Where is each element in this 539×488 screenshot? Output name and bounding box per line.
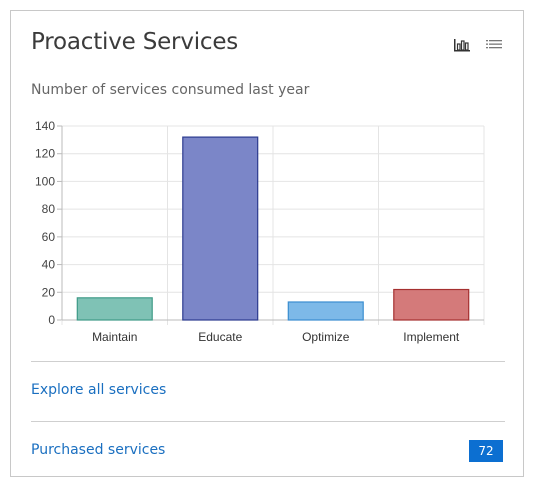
y-tick-label: 100: [35, 174, 55, 188]
y-tick-label: 120: [35, 147, 55, 161]
divider: [31, 421, 505, 422]
y-tick-label: 140: [35, 119, 55, 133]
list-icon[interactable]: [485, 37, 503, 53]
y-tick-label: 40: [42, 258, 56, 272]
y-tick-label: 80: [42, 202, 56, 216]
x-tick-label: Maintain: [92, 330, 137, 344]
x-tick-label: Implement: [403, 330, 460, 344]
bar-optimize: [287, 301, 364, 321]
divider: [31, 361, 505, 362]
purchased-count-badge: 72: [469, 440, 503, 462]
bar-maintain: [76, 297, 153, 321]
card-title: Proactive Services: [31, 29, 239, 55]
bar-educate: [182, 136, 259, 321]
view-toggle: [453, 37, 503, 53]
proactive-services-card: Proactive Services Number of services co…: [10, 10, 524, 477]
chart-subtitle: Number of services consumed last year: [31, 82, 310, 98]
bar-chart-icon[interactable]: [453, 37, 471, 53]
explore-all-services-link[interactable]: Explore all services: [31, 382, 166, 398]
x-tick-label: Educate: [198, 330, 242, 344]
purchased-services-link[interactable]: Purchased services: [31, 442, 165, 458]
y-tick-label: 0: [48, 313, 55, 327]
y-tick-label: 60: [42, 230, 56, 244]
bar-implement: [393, 288, 470, 321]
x-tick-label: Optimize: [302, 330, 350, 344]
y-tick-label: 20: [42, 285, 56, 299]
services-bar-chart: 0 20 40 60 80 100 120 140 Maintain Educate Optimiz…: [35, 119, 485, 344]
